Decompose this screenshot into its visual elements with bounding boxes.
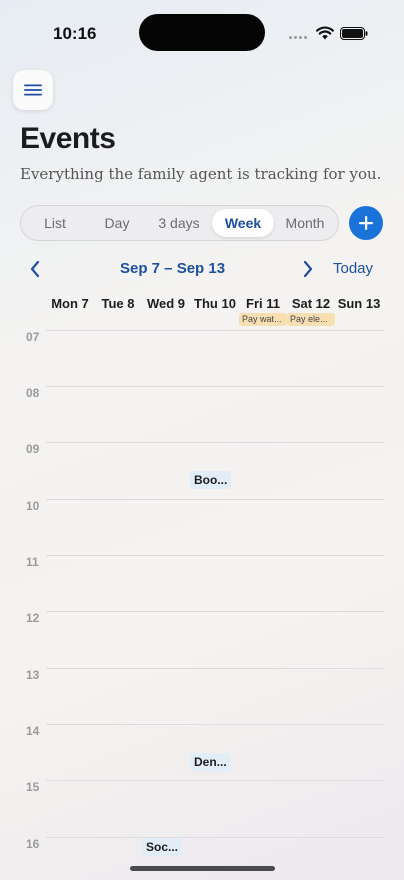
status-time: 10:16: [53, 24, 97, 43]
tab-list[interactable]: List: [21, 206, 89, 240]
wifi-icon: [316, 26, 334, 40]
hour-line: [46, 837, 384, 838]
hour-label: 07: [26, 330, 40, 344]
hour-label: 12: [26, 611, 40, 625]
hour-line: [46, 780, 384, 781]
day-header-tue[interactable]: Tue 8: [94, 296, 142, 311]
day-header-wed[interactable]: Wed 9: [142, 296, 190, 311]
today-button[interactable]: Today: [333, 260, 373, 277]
week-range: Sep 7 – Sep 13: [120, 260, 226, 277]
hour-line: [46, 499, 384, 500]
page-subtitle: Everything the family agent is tracking …: [20, 165, 382, 183]
signal-dots-icon: [289, 36, 311, 40]
tab-3-days[interactable]: 3 days: [145, 206, 213, 240]
day-header-sat[interactable]: Sat 12: [287, 296, 335, 311]
all-day-event[interactable]: Pay ele...: [287, 313, 335, 326]
chevron-right-icon[interactable]: [301, 260, 315, 278]
chevron-left-icon[interactable]: [28, 260, 42, 278]
calendar-event[interactable]: Boo...: [190, 471, 232, 489]
hour-line: [46, 442, 384, 443]
hour-line: [46, 668, 384, 669]
hamburger-icon: [24, 84, 42, 96]
hour-line: [46, 386, 384, 387]
view-switcher: List Day 3 days Week Month: [20, 205, 339, 241]
tab-week[interactable]: Week: [212, 209, 274, 237]
hour-line: [46, 330, 384, 331]
hour-label: 11: [26, 555, 39, 569]
tab-month[interactable]: Month: [274, 206, 336, 240]
dynamic-island: [139, 14, 265, 51]
add-event-button[interactable]: [349, 206, 383, 240]
hour-line: [46, 611, 384, 612]
hour-line: [46, 724, 384, 725]
page-title: Events: [20, 122, 116, 155]
hour-label: 13: [26, 668, 40, 682]
day-header-thu[interactable]: Thu 10: [191, 296, 239, 311]
all-day-event[interactable]: Pay wat...: [239, 313, 287, 326]
hour-label: 10: [26, 499, 40, 513]
day-header-fri[interactable]: Fri 11: [239, 296, 287, 311]
hour-line: [46, 555, 384, 556]
day-header-mon[interactable]: Mon 7: [46, 296, 94, 311]
menu-button[interactable]: [13, 70, 53, 110]
status-bar: 10:16: [0, 0, 404, 62]
tab-day[interactable]: Day: [89, 206, 145, 240]
battery-icon: [340, 27, 368, 40]
calendar-event[interactable]: Soc...: [142, 838, 183, 856]
hour-label: 15: [26, 780, 40, 794]
hour-label: 14: [26, 724, 40, 738]
day-header-sun[interactable]: Sun 13: [335, 296, 383, 311]
home-indicator: [130, 866, 275, 871]
hour-label: 16: [26, 837, 40, 851]
hour-label: 09: [26, 442, 40, 456]
hour-label: 08: [26, 386, 40, 400]
plus-icon: [359, 216, 373, 230]
calendar-event[interactable]: Den...: [190, 753, 231, 771]
